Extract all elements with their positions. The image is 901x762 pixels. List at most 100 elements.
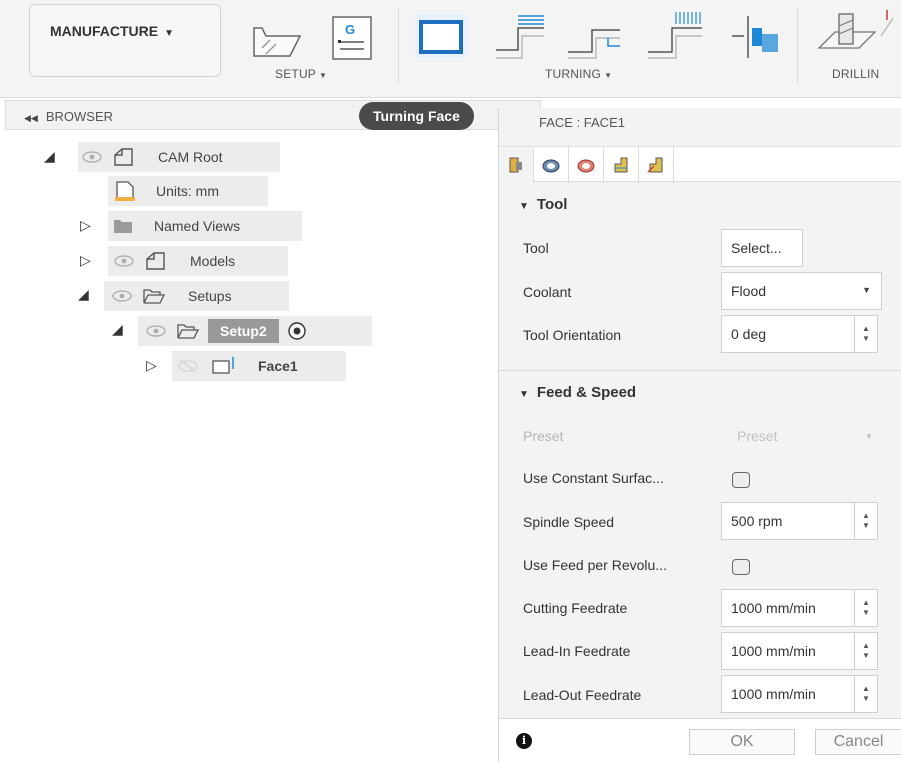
toolbar-divider (398, 8, 399, 84)
expand-triangle-icon[interactable]: ▷ (80, 252, 91, 269)
tree-label: Setups (188, 288, 232, 304)
linking-tab-icon (647, 157, 663, 173)
section-tool-header[interactable]: ▼ Tool (519, 196, 567, 213)
tree-item-cam-root[interactable]: CAM Root (78, 142, 280, 172)
spindle-speed-label: Spindle Speed (523, 514, 615, 530)
spinner-icon[interactable]: ▲ ▼ (854, 315, 878, 353)
coolant-label: Coolant (523, 284, 572, 300)
tool-label: Tool (523, 240, 549, 256)
spindle-speed-input[interactable]: 500 rpm (721, 502, 861, 540)
workspace-label: MANUFACTURE (50, 23, 159, 39)
collapse-triangle-icon: ▼ (519, 201, 529, 212)
turning-thread-icon[interactable] (644, 8, 706, 62)
divider (499, 370, 901, 371)
toolbar-divider (797, 8, 798, 84)
cancel-button[interactable]: Cancel (815, 729, 901, 755)
dialog-footer: i OK Cancel (499, 718, 901, 762)
ok-button[interactable]: OK (689, 729, 795, 755)
constant-surface-label: Use Constant Surfac... (523, 470, 664, 486)
document-icon (115, 181, 135, 201)
radii-tab-icon (577, 159, 595, 173)
turning-face-icon[interactable] (415, 14, 467, 58)
tree-item-models[interactable]: Models (108, 246, 288, 276)
dialog-tabs (499, 146, 901, 183)
drill-icon[interactable] (815, 8, 901, 64)
geometry-tab-icon (542, 159, 560, 173)
eye-icon[interactable] (146, 325, 166, 337)
eye-icon[interactable] (112, 290, 132, 302)
app-root: MANUFACTURE ▼ G SETUP ▼ TURNING ▼ DRILLI… (0, 0, 901, 762)
eye-icon[interactable] (82, 151, 102, 163)
coolant-dropdown[interactable]: Flood ▼ (721, 272, 882, 310)
cutting-feedrate-input[interactable]: 1000 mm/min (721, 589, 861, 627)
open-folder-icon (143, 289, 166, 304)
spinner-icon[interactable]: ▲ ▼ (854, 589, 878, 627)
chevron-down-icon: ▼ (865, 432, 873, 441)
tab-linking[interactable] (639, 147, 674, 183)
collapse-triangle-icon: ▼ (519, 389, 529, 400)
expand-triangle-icon[interactable]: ▷ (80, 217, 91, 234)
turning-part-icon[interactable] (730, 12, 782, 62)
collapse-panel-icon[interactable]: ◀◀ (24, 113, 38, 123)
tree-item-setups[interactable]: Setups (104, 281, 289, 311)
turning-group-label[interactable]: TURNING ▼ (545, 67, 612, 81)
operation-dialog: FACE : FACE1 ▼ Tool Tool Select... Coolan… (498, 108, 901, 762)
leadout-feedrate-label: Lead-Out Feedrate (523, 687, 642, 703)
component-icon (146, 252, 165, 270)
tool-orientation-input[interactable]: 0 deg (721, 315, 861, 353)
section-feed-header[interactable]: ▼ Feed & Speed (519, 384, 636, 401)
info-icon[interactable]: i (516, 733, 532, 749)
tree-item-units[interactable]: Units: mm (108, 176, 268, 206)
caret-down-icon: ▼ (164, 28, 175, 39)
active-setup-label: Setup2 (208, 319, 279, 343)
folder-icon (114, 220, 132, 233)
leadin-feedrate-label: Lead-In Feedrate (523, 643, 631, 659)
feed-per-rev-checkbox[interactable] (732, 559, 750, 575)
passes-tab-icon (614, 157, 628, 173)
tab-geometry[interactable] (534, 147, 569, 183)
workspace-switcher[interactable]: MANUFACTURE ▼ (29, 4, 221, 77)
turning-groove-icon[interactable] (564, 16, 624, 60)
tab-radii[interactable] (569, 147, 604, 183)
turning-profile-icon[interactable] (492, 10, 550, 62)
collapse-triangle-icon[interactable]: ◢ (112, 321, 123, 338)
tree-label: Units: mm (156, 183, 219, 199)
spinner-icon[interactable]: ▲ ▼ (854, 502, 878, 540)
leadout-feedrate-input[interactable]: 1000 mm/min (721, 675, 861, 713)
eye-icon[interactable] (114, 255, 134, 267)
tree-label: CAM Root (158, 149, 223, 165)
tab-passes[interactable] (604, 147, 639, 183)
nc-program-icon[interactable]: G (330, 14, 376, 64)
tree-item-face1[interactable]: Face1 (172, 351, 346, 381)
active-radio-icon[interactable] (287, 321, 307, 341)
setup-group-label[interactable]: SETUP ▼ (275, 67, 327, 81)
spinner-icon[interactable]: ▲ ▼ (854, 632, 878, 670)
turning-face-icon (212, 357, 234, 374)
toolbar: MANUFACTURE ▼ G SETUP ▼ TURNING ▼ DRILLI… (0, 0, 901, 98)
tool-tab-icon (509, 157, 522, 173)
component-icon (114, 148, 133, 166)
tree-label: Models (190, 253, 236, 269)
tree-item-setup2[interactable]: Setup2 (138, 316, 372, 346)
expand-triangle-icon[interactable]: ▷ (146, 357, 157, 374)
browser-title: BROWSER (45, 109, 114, 124)
tool-orientation-label: Tool Orientation (523, 327, 622, 343)
cutting-feedrate-label: Cutting Feedrate (523, 600, 628, 616)
chevron-down-icon: ▼ (862, 285, 871, 295)
preset-dropdown: Preset (737, 428, 778, 444)
tab-tool[interactable] (499, 147, 534, 183)
leadin-feedrate-input[interactable]: 1000 mm/min (721, 632, 861, 670)
tree-item-named-views[interactable]: Named Views (108, 211, 302, 241)
open-folder-icon (177, 324, 200, 339)
tree-label: Named Views (154, 218, 241, 234)
tool-select-button[interactable]: Select... (721, 229, 803, 267)
new-setup-icon[interactable] (248, 16, 304, 62)
constant-surface-checkbox[interactable] (732, 472, 750, 488)
eye-hidden-icon[interactable] (178, 359, 198, 373)
dialog-title: FACE : FACE1 (539, 115, 625, 130)
svg-text:G: G (345, 22, 355, 37)
drilling-group-label[interactable]: DRILLIN (832, 67, 879, 81)
collapse-triangle-icon[interactable]: ◢ (78, 286, 89, 303)
spinner-icon[interactable]: ▲ ▼ (854, 675, 878, 713)
collapse-triangle-icon[interactable]: ◢ (44, 148, 55, 165)
